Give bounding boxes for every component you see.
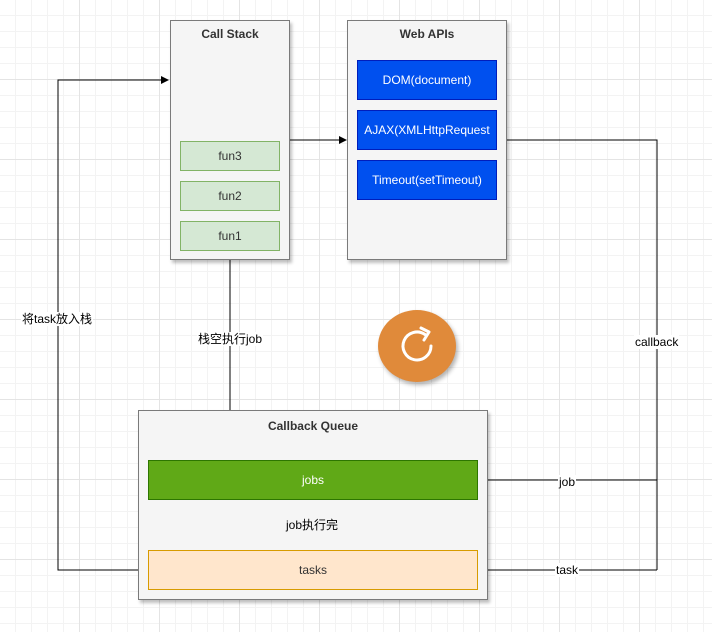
stack-frame-fun2[interactable]: fun2 — [180, 181, 280, 211]
jobs-queue[interactable]: jobs — [148, 460, 478, 500]
label-job-done: job执行完 — [285, 518, 340, 532]
callback-queue-title: Callback Queue — [267, 419, 359, 433]
call-stack-title: Call Stack — [201, 27, 259, 41]
api-timeout[interactable]: Timeout(setTimeout) — [357, 160, 497, 200]
webapi-callback-line — [496, 139, 658, 570]
refresh-icon — [378, 310, 456, 382]
stack-frame-fun3[interactable]: fun3 — [180, 141, 280, 171]
label-push-task: 将task放入栈 — [21, 312, 94, 326]
label-job: job — [558, 475, 577, 489]
label-callback: callback — [634, 335, 680, 349]
api-ajax[interactable]: AJAX(XMLHttpRequest — [357, 110, 497, 150]
stack-frame-fun1[interactable]: fun1 — [180, 221, 280, 251]
web-apis-title: Web APIs — [399, 27, 455, 41]
label-task: task — [555, 563, 580, 577]
api-dom[interactable]: DOM(document) — [357, 60, 497, 100]
label-stack-empty-run-job: 栈空执行job — [197, 332, 264, 346]
tasks-queue[interactable]: tasks — [148, 550, 478, 590]
